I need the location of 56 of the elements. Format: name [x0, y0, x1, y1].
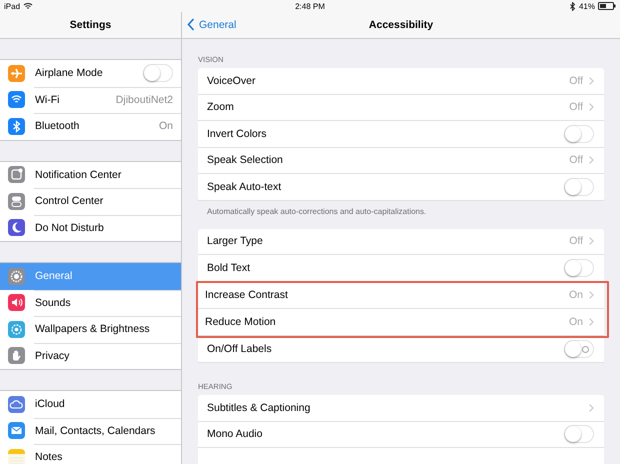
clock-time: 2:48 PM — [295, 2, 325, 10]
setting-label: Subtitles & Captioning — [207, 402, 312, 414]
setting-label: Zoom — [207, 101, 235, 114]
setting-label: VoiceOver — [207, 74, 256, 87]
setting-value: On — [568, 289, 583, 302]
chevron-right-icon — [589, 318, 594, 326]
toggle-switch[interactable] — [564, 258, 594, 277]
settings-item[interactable]: Notification Center — [0, 162, 181, 188]
settings-item[interactable]: Wallpapers & Brightness — [0, 316, 181, 342]
chevron-right-icon — [589, 404, 594, 412]
setting-value: DjiboutiNet2 — [116, 94, 173, 106]
settings-item[interactable]: Bluetooth On — [0, 113, 181, 140]
setting-label: Invert Colors — [207, 128, 268, 140]
battery-percent: 41% — [578, 2, 595, 10]
toggle-switch[interactable] — [564, 340, 594, 358]
chevron-right-icon — [589, 291, 594, 300]
settings-item[interactable]: Wi-Fi DjiboutiNet2 — [0, 86, 181, 113]
section-footer: Automatically speak auto-corrections and auto-capitalizations. — [198, 200, 604, 228]
setting-label: Speak Selection — [207, 154, 284, 166]
setting-label: Reduce Motion — [205, 316, 277, 328]
setting-value: Off — [569, 101, 583, 114]
settings-item[interactable]: Mail, Contacts, Calendars — [0, 418, 181, 444]
setting-value: Off — [569, 74, 583, 87]
sidebar-title: Settings — [70, 19, 112, 31]
wifi-icon — [23, 2, 34, 10]
toggle-switch[interactable] — [564, 124, 594, 143]
chevron-right-icon — [589, 156, 594, 164]
toggle-switch[interactable] — [564, 425, 594, 444]
toggle-switch[interactable] — [564, 178, 594, 196]
settings-item[interactable]: Airplane Mode — [0, 60, 181, 86]
chevron-right-icon — [589, 237, 594, 246]
page-title: Accessibility — [368, 19, 434, 31]
device-name: iPad — [4, 2, 20, 10]
settings-item[interactable]: Notes — [0, 444, 181, 464]
setting-value: Off — [569, 235, 583, 248]
toggle-switch[interactable] — [143, 64, 173, 82]
setting-value: On — [568, 316, 583, 328]
settings-item[interactable]: Do Not Disturb — [0, 214, 181, 241]
setting-value: On — [158, 120, 173, 132]
bluetooth-icon — [570, 2, 576, 10]
setting-label: Larger Type — [207, 235, 264, 248]
settings-item[interactable]: iCloud — [0, 391, 181, 418]
setting-value: Off — [569, 154, 583, 166]
battery-icon — [598, 2, 616, 10]
setting-label: Speak Auto-text — [207, 180, 282, 193]
settings-item[interactable]: Sounds — [0, 290, 181, 316]
settings-item[interactable]: Privacy — [0, 342, 181, 369]
chevron-right-icon — [589, 103, 594, 112]
setting-label: Increase Contrast — [205, 289, 289, 302]
settings-item[interactable]: Control Center — [0, 188, 181, 214]
setting-label: Bold Text — [207, 262, 251, 274]
chevron-left-icon — [187, 18, 195, 31]
setting-label: Mono Audio — [207, 428, 264, 440]
setting-label: On/Off Labels — [207, 343, 273, 356]
back-button[interactable]: General — [187, 18, 236, 31]
chevron-right-icon — [589, 76, 594, 85]
